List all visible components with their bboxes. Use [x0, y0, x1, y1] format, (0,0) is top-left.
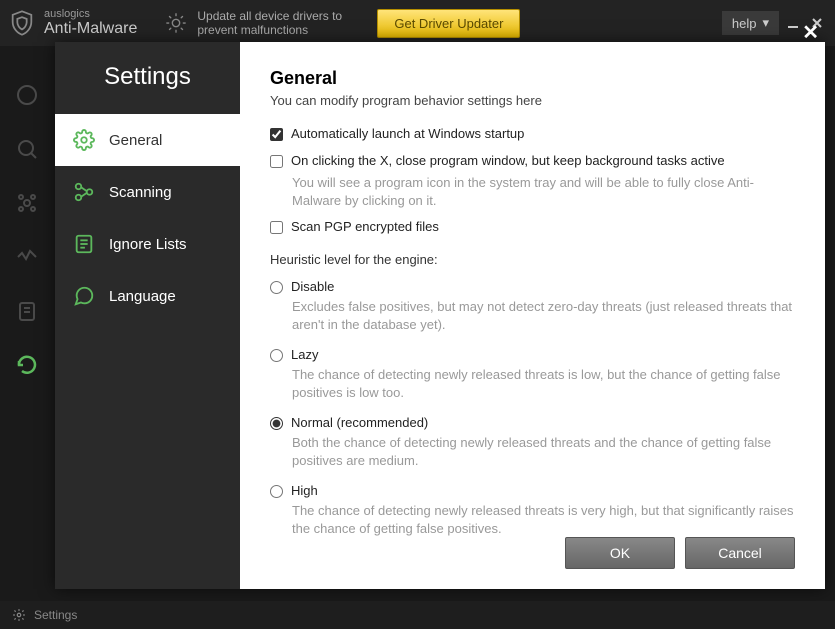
nav-label: Language	[109, 288, 176, 305]
radio-label: Normal (recommended)	[291, 415, 428, 430]
app-name-label: Anti-Malware	[44, 20, 137, 38]
settings-content: General You can modify program behavior …	[240, 42, 825, 589]
gear-icon	[12, 608, 26, 622]
checkbox-scan-pgp[interactable]: Scan PGP encrypted files	[270, 219, 795, 234]
leftbar-item-3[interactable]	[0, 176, 54, 230]
nav-label: Scanning	[109, 184, 172, 201]
radio-description: The chance of detecting newly released t…	[292, 502, 795, 537]
list-icon	[73, 233, 95, 255]
statusbar: Settings	[0, 601, 835, 629]
leftbar-item-1[interactable]	[0, 68, 54, 122]
leftbar-item-2[interactable]	[0, 122, 54, 176]
nav-item-language[interactable]: Language	[55, 270, 240, 322]
nav-item-scanning[interactable]: Scanning	[55, 166, 240, 218]
checkbox-label: Scan PGP encrypted files	[291, 219, 439, 234]
get-driver-updater-button[interactable]: Get Driver Updater	[377, 9, 520, 38]
app-header: auslogics Anti-Malware Update all device…	[0, 0, 835, 46]
content-title: General	[270, 68, 795, 89]
logo-box: auslogics Anti-Malware	[8, 8, 137, 38]
sun-icon	[165, 12, 187, 34]
topbar-promo: Update all device drivers to prevent mal…	[137, 9, 722, 38]
leftbar-item-6[interactable]	[0, 338, 54, 392]
promo-text: Update all device drivers to prevent mal…	[197, 9, 367, 38]
heuristic-radio-group: Disable Excludes false positives, but ma…	[270, 279, 795, 551]
chevron-down-icon: ▾	[762, 15, 769, 31]
minimize-button[interactable]	[783, 13, 803, 33]
checkbox-label: Automatically launch at Windows startup	[291, 126, 524, 141]
checkbox-close-background[interactable]: On clicking the X, close program window,…	[270, 153, 795, 168]
radio-label: High	[291, 483, 318, 498]
radio-input[interactable]	[270, 485, 283, 498]
settings-title: Settings	[55, 42, 240, 114]
help-dropdown[interactable]: help ▾	[722, 11, 779, 35]
radio-high[interactable]: High	[270, 483, 795, 498]
radio-input[interactable]	[270, 349, 283, 362]
content-subtitle: You can modify program behavior settings…	[270, 93, 795, 108]
checkbox-label: On clicking the X, close program window,…	[291, 153, 725, 168]
leftbar-item-5[interactable]	[0, 284, 54, 338]
radio-input[interactable]	[270, 281, 283, 294]
nav-label: General	[109, 132, 162, 149]
scan-icon	[73, 181, 95, 203]
heuristic-level-label: Heuristic level for the engine:	[270, 252, 795, 267]
shield-icon	[8, 9, 36, 37]
leftbar-item-4[interactable]	[0, 230, 54, 284]
radio-normal[interactable]: Normal (recommended)	[270, 415, 795, 430]
settings-sidebar: Settings General Scanning Ignore Lists L…	[55, 42, 240, 589]
checkbox-launch-startup[interactable]: Automatically launch at Windows startup	[270, 126, 795, 141]
nav-item-general[interactable]: General	[55, 114, 240, 166]
gear-icon	[73, 129, 95, 151]
nav-item-ignore-lists[interactable]: Ignore Lists	[55, 218, 240, 270]
radio-label: Lazy	[291, 347, 318, 362]
speech-icon	[73, 285, 95, 307]
statusbar-settings-button[interactable]: Settings	[34, 608, 77, 622]
settings-dialog: ✕ Settings General Scanning Ignore Lists…	[55, 42, 825, 589]
ok-button[interactable]: OK	[565, 537, 675, 569]
logo-text: auslogics Anti-Malware	[44, 8, 137, 38]
cancel-button[interactable]: Cancel	[685, 537, 795, 569]
app-left-sidebar	[0, 68, 54, 392]
radio-disable[interactable]: Disable	[270, 279, 795, 294]
radio-description: Both the chance of detecting newly relea…	[292, 434, 795, 469]
radio-lazy[interactable]: Lazy	[270, 347, 795, 362]
checkbox-description: You will see a program icon in the syste…	[292, 174, 795, 209]
radio-label: Disable	[291, 279, 334, 294]
checkbox-input[interactable]	[270, 221, 283, 234]
radio-description: Excludes false positives, but may not de…	[292, 298, 795, 333]
nav-label: Ignore Lists	[109, 236, 187, 253]
help-label: help	[732, 16, 757, 31]
checkbox-input[interactable]	[270, 128, 283, 141]
checkbox-input[interactable]	[270, 155, 283, 168]
brand-label: auslogics	[44, 8, 137, 20]
radio-description: The chance of detecting newly released t…	[292, 366, 795, 401]
dialog-button-row: OK Cancel	[565, 537, 795, 569]
radio-input[interactable]	[270, 417, 283, 430]
